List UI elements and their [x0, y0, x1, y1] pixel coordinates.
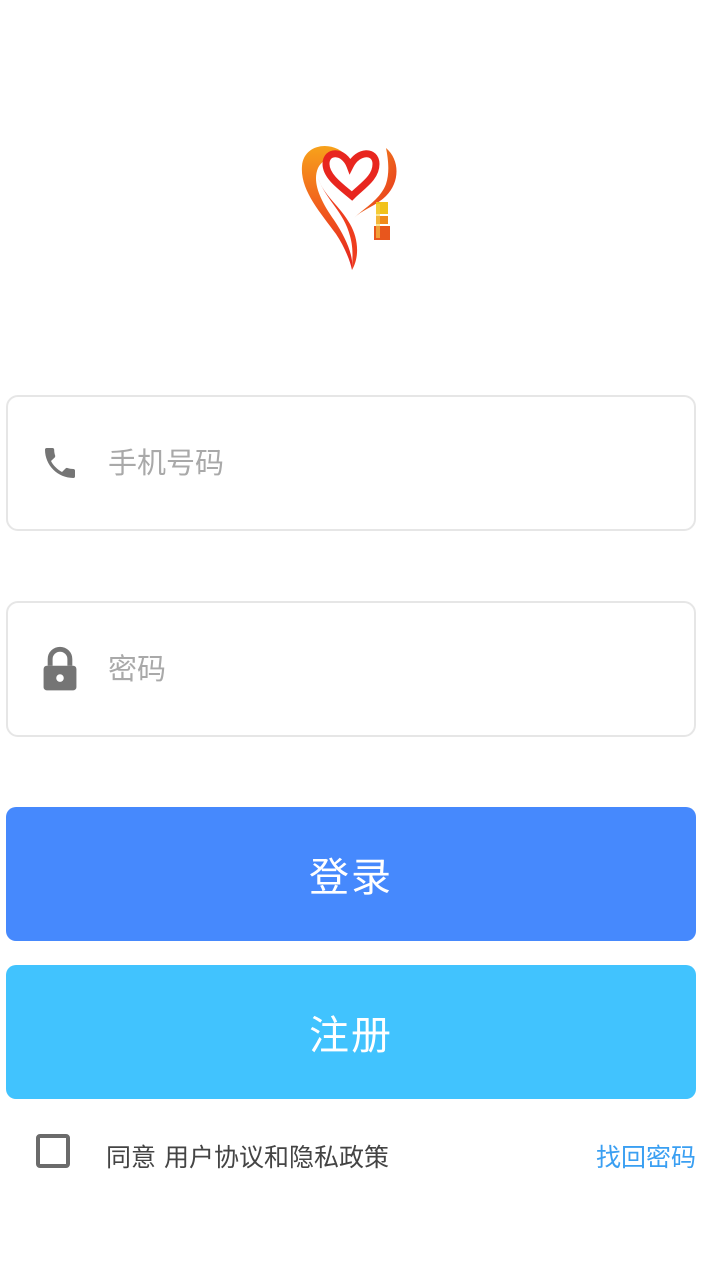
- agreement-checkbox[interactable]: [36, 1134, 70, 1168]
- phone-field: [6, 395, 696, 531]
- agreement-row: 同意 用户协议和隐私政策 找回密码: [0, 1128, 720, 1184]
- lock-icon: [38, 646, 82, 691]
- login-screen: 登录 注册 同意 用户协议和隐私政策 找回密码: [0, 0, 720, 1280]
- forgot-password-link[interactable]: 找回密码: [596, 1138, 696, 1174]
- register-button[interactable]: 注册: [6, 965, 696, 1099]
- phone-input[interactable]: [108, 433, 694, 493]
- agreement-text[interactable]: 同意 用户协议和隐私政策: [106, 1138, 389, 1174]
- app-logo: [296, 138, 404, 272]
- phone-icon: [38, 441, 82, 485]
- login-button[interactable]: 登录: [6, 807, 696, 941]
- password-input[interactable]: [108, 639, 694, 699]
- password-field: [6, 601, 696, 737]
